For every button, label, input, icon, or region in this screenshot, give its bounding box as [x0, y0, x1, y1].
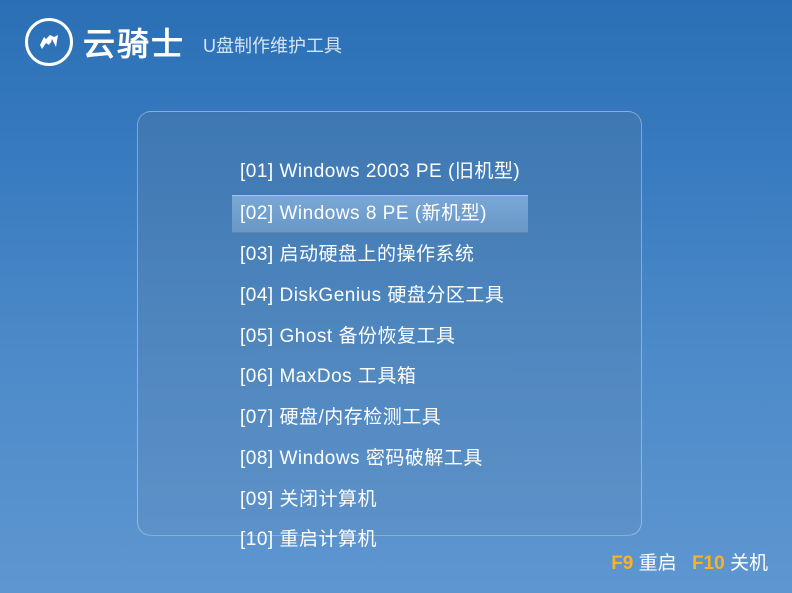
- menu-item-3[interactable]: [03] 启动硬盘上的操作系统: [138, 237, 641, 274]
- f10-label: 关机: [730, 553, 768, 574]
- f9-label: 重启: [639, 553, 677, 574]
- logo-icon: [25, 18, 73, 66]
- menu-item-9[interactable]: [09] 关闭计算机: [138, 482, 641, 519]
- menu-item-2[interactable]: [02] Windows 8 PE (新机型): [232, 195, 528, 234]
- menu-item-6[interactable]: [06] MaxDos 工具箱: [138, 359, 641, 396]
- menu-item-7[interactable]: [07] 硬盘/内存检测工具: [138, 400, 641, 437]
- footer-hotkeys: F9 重启 F10 关机: [611, 548, 778, 575]
- menu-item-8[interactable]: [08] Windows 密码破解工具: [138, 441, 641, 478]
- brand-name: 云骑士: [83, 19, 185, 65]
- menu-item-10[interactable]: [10] 重启计算机: [138, 522, 641, 559]
- header: 云骑士 U盘制作维护工具: [0, 0, 792, 84]
- menu-item-4[interactable]: [04] DiskGenius 硬盘分区工具: [138, 278, 641, 315]
- menu-list: [01] Windows 2003 PE (旧机型) [02] Windows 8…: [138, 154, 641, 559]
- f10-key[interactable]: F10: [692, 553, 725, 574]
- menu-item-5[interactable]: [05] Ghost 备份恢复工具: [138, 319, 641, 356]
- f9-key[interactable]: F9: [611, 553, 633, 574]
- menu-item-1[interactable]: [01] Windows 2003 PE (旧机型): [138, 154, 641, 191]
- app-subtitle: U盘制作维护工具: [203, 32, 342, 58]
- boot-menu-panel: [01] Windows 2003 PE (旧机型) [02] Windows 8…: [137, 111, 642, 536]
